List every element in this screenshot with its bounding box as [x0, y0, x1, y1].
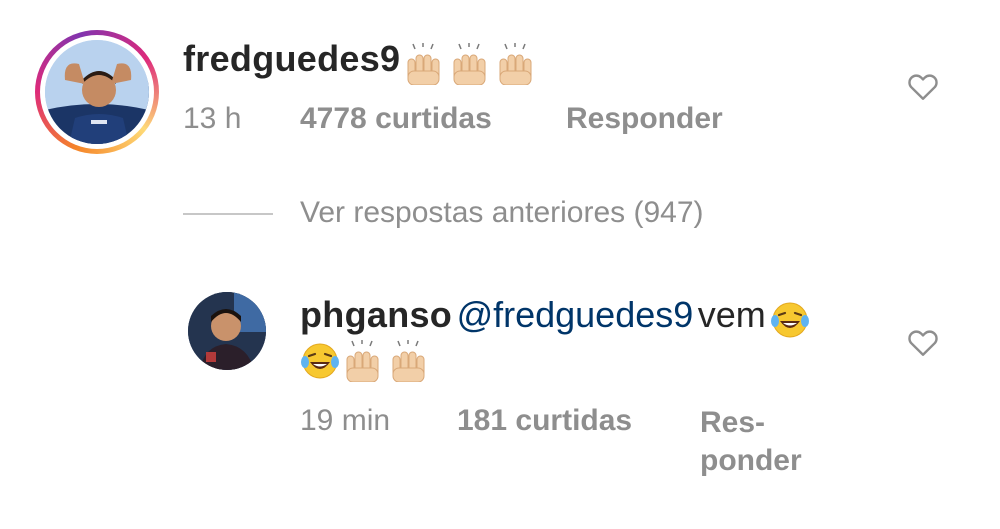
reply-reply-button[interactable]: Res- ponder [700, 404, 802, 480]
reply-username[interactable]: phganso [300, 294, 452, 335]
view-previous-replies-button[interactable]: Ver respostas anteriores (947) [300, 196, 704, 230]
reply-reply-label-line-2: ponder [700, 444, 802, 477]
reply-mention-link[interactable]: @fredguedes9 [457, 294, 694, 335]
reply-likes-count[interactable]: 181 curtidas [457, 404, 632, 438]
avatar-phganso[interactable] [188, 292, 266, 370]
tears-of-joy-emoji [300, 341, 340, 386]
reply-text: vem [697, 294, 766, 335]
heart-outline-icon[interactable] [905, 324, 941, 360]
raising-hands-emoji [405, 43, 543, 90]
replies-divider [183, 213, 273, 215]
tears-of-joy-emoji [770, 300, 810, 345]
reply-time: 19 min [300, 404, 391, 437]
reply-text-line-2 [300, 340, 436, 387]
reply-reply-label-line-1: Res- [700, 406, 766, 439]
comment-header: fredguedes9 [183, 38, 543, 90]
raising-hands-emoji [344, 340, 436, 387]
comment-time: 13 h [183, 102, 242, 135]
avatar-fredguedes9[interactable] [45, 40, 149, 144]
avatar-photo-illustration [45, 40, 149, 144]
comment-likes-count[interactable]: 4778 curtidas [300, 102, 492, 136]
avatar-story-ring[interactable] [35, 30, 159, 154]
avatar-ring-gap [40, 35, 154, 149]
reply-button[interactable]: Responder [566, 102, 723, 136]
heart-outline-icon[interactable] [905, 68, 941, 104]
avatar-photo-illustration [188, 292, 266, 370]
reply-text-line-1: phganso @fredguedes9 vem [300, 294, 810, 345]
comment-username[interactable]: fredguedes9 [183, 38, 400, 79]
